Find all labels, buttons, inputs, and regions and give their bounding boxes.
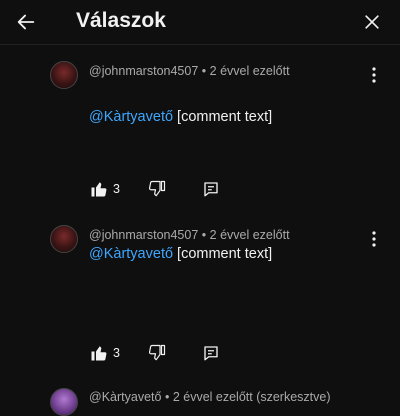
meta-separator: • xyxy=(201,228,207,242)
reply-actions: 3 xyxy=(88,178,222,200)
reply-text: @Kàrtyavető [comment text] xyxy=(89,243,379,265)
avatar[interactable] xyxy=(50,388,78,416)
meta-separator: • xyxy=(164,390,170,404)
page-title: Válaszok xyxy=(76,9,166,32)
author-name[interactable]: @johnmarston4507 xyxy=(89,64,198,78)
reply-body: [comment text] xyxy=(177,246,273,262)
close-button[interactable] xyxy=(358,8,386,36)
reply-time: 2 évvel ezelőtt xyxy=(209,64,290,78)
comment-icon xyxy=(204,182,218,197)
reply-body: [comment text] xyxy=(177,109,273,125)
reply-meta: @Kàrtyavető • 2 évvel ezelőtt (szerkeszt… xyxy=(89,390,331,404)
reply-meta: @johnmarston4507 • 2 évvel ezelőtt xyxy=(89,228,290,242)
reply-button[interactable] xyxy=(200,342,222,364)
back-button[interactable] xyxy=(12,8,40,36)
header-bar: Válaszok xyxy=(0,0,400,45)
more-vertical-icon xyxy=(372,67,376,83)
dislike-button[interactable] xyxy=(146,342,168,364)
reply-text: @Kàrtyavető [comment text] xyxy=(89,106,379,128)
close-icon xyxy=(365,15,379,29)
reply-button[interactable] xyxy=(200,178,222,200)
author-name[interactable]: @johnmarston4507 xyxy=(89,228,198,242)
thumbs-down-icon xyxy=(148,344,166,361)
like-button[interactable] xyxy=(88,342,110,364)
mention-link[interactable]: @Kàrtyavető xyxy=(89,246,173,262)
author-name[interactable]: @Kàrtyavető xyxy=(89,390,161,404)
reply-meta: @johnmarston4507 • 2 évvel ezelőtt xyxy=(89,64,290,78)
like-button[interactable] xyxy=(88,178,110,200)
dislike-button[interactable] xyxy=(146,178,168,200)
reply-time: 2 évvel ezelőtt xyxy=(209,228,290,242)
thumbs-down-icon xyxy=(148,180,166,197)
more-options-button[interactable] xyxy=(366,64,382,86)
thumbs-up-icon xyxy=(91,182,107,197)
reply-time: 2 évvel ezelőtt (szerkesztve) xyxy=(172,390,331,404)
reply-actions: 3 xyxy=(88,342,222,364)
arrow-left-icon xyxy=(17,14,35,30)
avatar[interactable] xyxy=(50,61,78,89)
like-count: 3 xyxy=(113,182,120,196)
mention-link[interactable]: @Kàrtyavető xyxy=(89,109,173,125)
meta-separator: • xyxy=(201,64,207,78)
like-count: 3 xyxy=(113,346,120,360)
comment-icon xyxy=(204,346,218,361)
avatar[interactable] xyxy=(50,225,78,253)
thumbs-up-icon xyxy=(91,346,107,361)
